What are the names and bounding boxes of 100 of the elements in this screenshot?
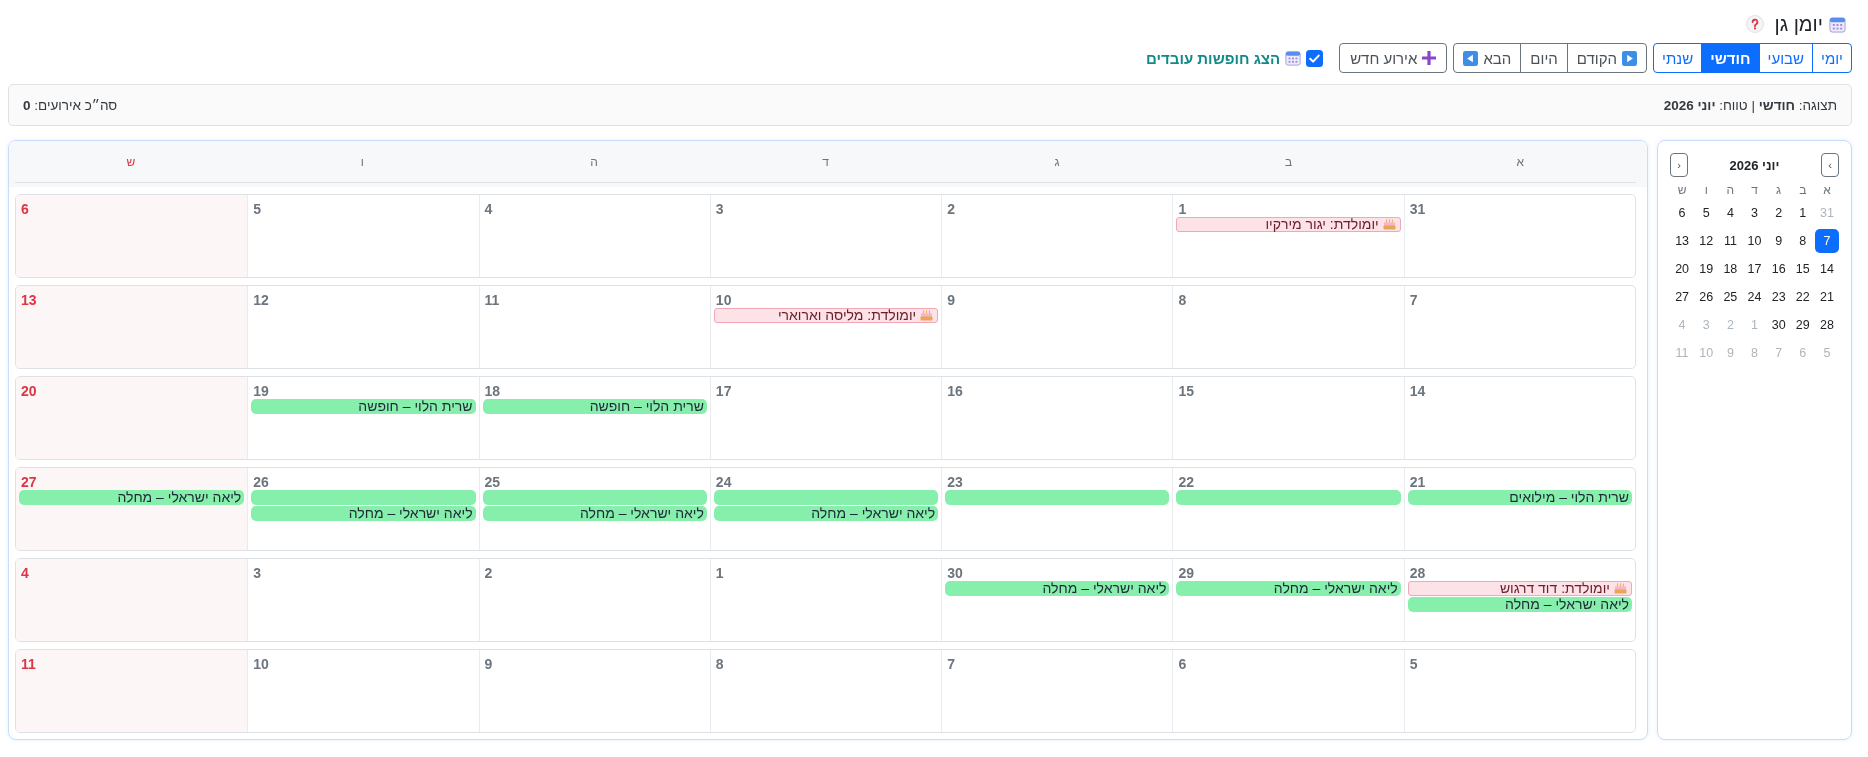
month-title: יוני 2026 — [1729, 157, 1780, 173]
previous-month-button[interactable]: ‹ — [1821, 153, 1839, 177]
view-toggle-button[interactable]: שנתי — [1653, 43, 1703, 73]
day-number: 2 — [483, 566, 493, 581]
date-cell[interactable]: 29 — [1790, 313, 1815, 337]
day-number: 6 — [20, 202, 29, 217]
next-button[interactable]: הבא — [1453, 43, 1522, 73]
leave-event[interactable]: ליאה ישראלי – מחלה — [482, 506, 707, 521]
weekday-label: ש — [126, 154, 136, 169]
cake-icon — [920, 310, 934, 321]
date-cell[interactable]: 2 — [1766, 201, 1791, 225]
weekday-label: ו — [360, 154, 364, 169]
view-toggle-button[interactable]: שבועי — [1758, 43, 1813, 73]
date-cell[interactable]: 26 — [1694, 285, 1719, 309]
weekday-label: א — [1516, 154, 1524, 169]
today-button[interactable]: היום — [1520, 43, 1568, 73]
leave-event[interactable]: שרית הלוי – חופשה — [251, 399, 476, 414]
leave-event[interactable]: ליאה ישראלי – מחלה — [19, 490, 245, 505]
cake-icon — [1382, 219, 1396, 230]
leave-event[interactable]: ליאה ישראלי – מחלה — [1407, 597, 1632, 612]
next-month-button[interactable]: › — [1670, 153, 1688, 177]
view-toggle-button[interactable]: חודשי — [1701, 43, 1760, 73]
help-icon[interactable] — [1746, 15, 1765, 33]
date-cell[interactable]: 5 — [1694, 201, 1719, 225]
date-cell[interactable]: 1 — [1790, 201, 1815, 225]
show-leaves-label[interactable]: הצג חופשות עובדים — [1146, 49, 1281, 67]
leave-event-bar[interactable] — [482, 490, 707, 505]
day-number: 4 — [483, 202, 493, 217]
date-cell[interactable]: 3 — [1742, 201, 1767, 225]
date-cell[interactable]: 10 — [1742, 229, 1767, 253]
date-cell[interactable]: 12 — [1694, 229, 1719, 253]
day-number: 24 — [714, 475, 732, 490]
day-number: 23 — [946, 475, 963, 490]
new-event-button[interactable]: אירוע חדש — [1339, 43, 1448, 73]
date-cell[interactable]: 14 — [1814, 257, 1839, 281]
day-number: 26 — [252, 475, 269, 490]
day-number: 1 — [1177, 202, 1187, 217]
leave-event[interactable]: שרית הלוי – מילואים — [1407, 490, 1632, 505]
weekday-label: א — [1823, 183, 1831, 197]
day-number: 17 — [714, 384, 732, 399]
date-cell[interactable]: 27 — [1670, 285, 1695, 309]
day-number: 8 — [1177, 293, 1187, 308]
page-title: יומן גן — [1774, 14, 1823, 34]
day-number: 3 — [252, 566, 262, 581]
date-cell[interactable]: 18 — [1718, 257, 1743, 281]
day-number: 11 — [20, 657, 36, 672]
calendar-icon — [1285, 50, 1302, 66]
date-cell[interactable]: 19 — [1694, 257, 1719, 281]
day-number: 6 — [1177, 657, 1187, 672]
day-number: 9 — [946, 293, 955, 308]
date-cell[interactable]: 8 — [1790, 229, 1815, 253]
day-number: 16 — [946, 384, 963, 399]
day-number: 1 — [714, 566, 724, 581]
day-number: 20 — [20, 384, 37, 399]
leave-event-bar[interactable] — [1176, 490, 1401, 505]
checkbox[interactable] — [1306, 49, 1324, 67]
view-summary: תצוגה: חודשי | טווח: יוני 2026 — [1663, 97, 1837, 113]
date-cell[interactable]: 20 — [1670, 257, 1695, 281]
leave-event[interactable]: ליאה ישראלי – מחלה — [251, 506, 476, 521]
birthday-event[interactable]: יומולדת: מליסה וארוארי — [713, 308, 939, 323]
day-number: 18 — [483, 384, 501, 399]
birthday-event[interactable]: יומולדת: דוד דרגוש — [1407, 581, 1632, 596]
weekday-label: ד — [1751, 183, 1758, 197]
date-cell[interactable]: 25 — [1718, 285, 1743, 309]
leave-event[interactable]: ליאה ישראלי – מחלה — [1176, 581, 1401, 596]
weekday-label: ב — [1285, 154, 1293, 169]
date-cell[interactable]: 4 — [1718, 201, 1743, 225]
day-number: 11 — [483, 293, 500, 308]
leave-event-bar[interactable] — [713, 490, 939, 505]
day-number: 27 — [20, 475, 37, 490]
day-number: 4 — [20, 566, 29, 581]
date-cell[interactable]: 13 — [1670, 229, 1695, 253]
view-toggle-button[interactable]: יומי — [1812, 43, 1852, 73]
date-cell[interactable]: 23 — [1766, 285, 1791, 309]
birthday-event[interactable]: יומולדת: יגור מירקיו — [1176, 217, 1401, 232]
date-cell[interactable]: 6 — [1670, 201, 1695, 225]
leave-event-bar[interactable] — [251, 490, 476, 505]
date-cell[interactable]: 22 — [1790, 285, 1815, 309]
date-cell[interactable]: 15 — [1790, 257, 1815, 281]
triangle-right-icon — [1622, 50, 1638, 66]
date-cell[interactable]: 16 — [1766, 257, 1791, 281]
weekday-label: ג — [1054, 154, 1060, 169]
date-cell[interactable]: 17 — [1742, 257, 1767, 281]
leave-event[interactable]: שרית הלוי – חופשה — [482, 399, 707, 414]
day-number: 5 — [1408, 657, 1418, 672]
date-cell[interactable]: 30 — [1766, 313, 1791, 337]
weekday-label: ו — [1704, 183, 1708, 197]
leave-event[interactable]: ליאה ישראלי – מחלה — [945, 581, 1170, 596]
date-cell[interactable]: 11 — [1718, 229, 1743, 253]
date-cell[interactable]: 28 — [1814, 313, 1839, 337]
day-number: 15 — [1177, 384, 1194, 399]
day-number: 12 — [252, 293, 269, 308]
date-cell[interactable]: 21 — [1814, 285, 1839, 309]
leave-event[interactable]: ליאה ישראלי – מחלה — [713, 506, 939, 521]
date-cell[interactable]: 24 — [1742, 285, 1767, 309]
day-number: 2 — [946, 202, 955, 217]
date-cell[interactable]: 9 — [1766, 229, 1791, 253]
date-cell[interactable]: 7 — [1814, 229, 1839, 253]
previous-button[interactable]: הקודם — [1566, 43, 1648, 73]
leave-event-bar[interactable] — [945, 490, 1170, 505]
